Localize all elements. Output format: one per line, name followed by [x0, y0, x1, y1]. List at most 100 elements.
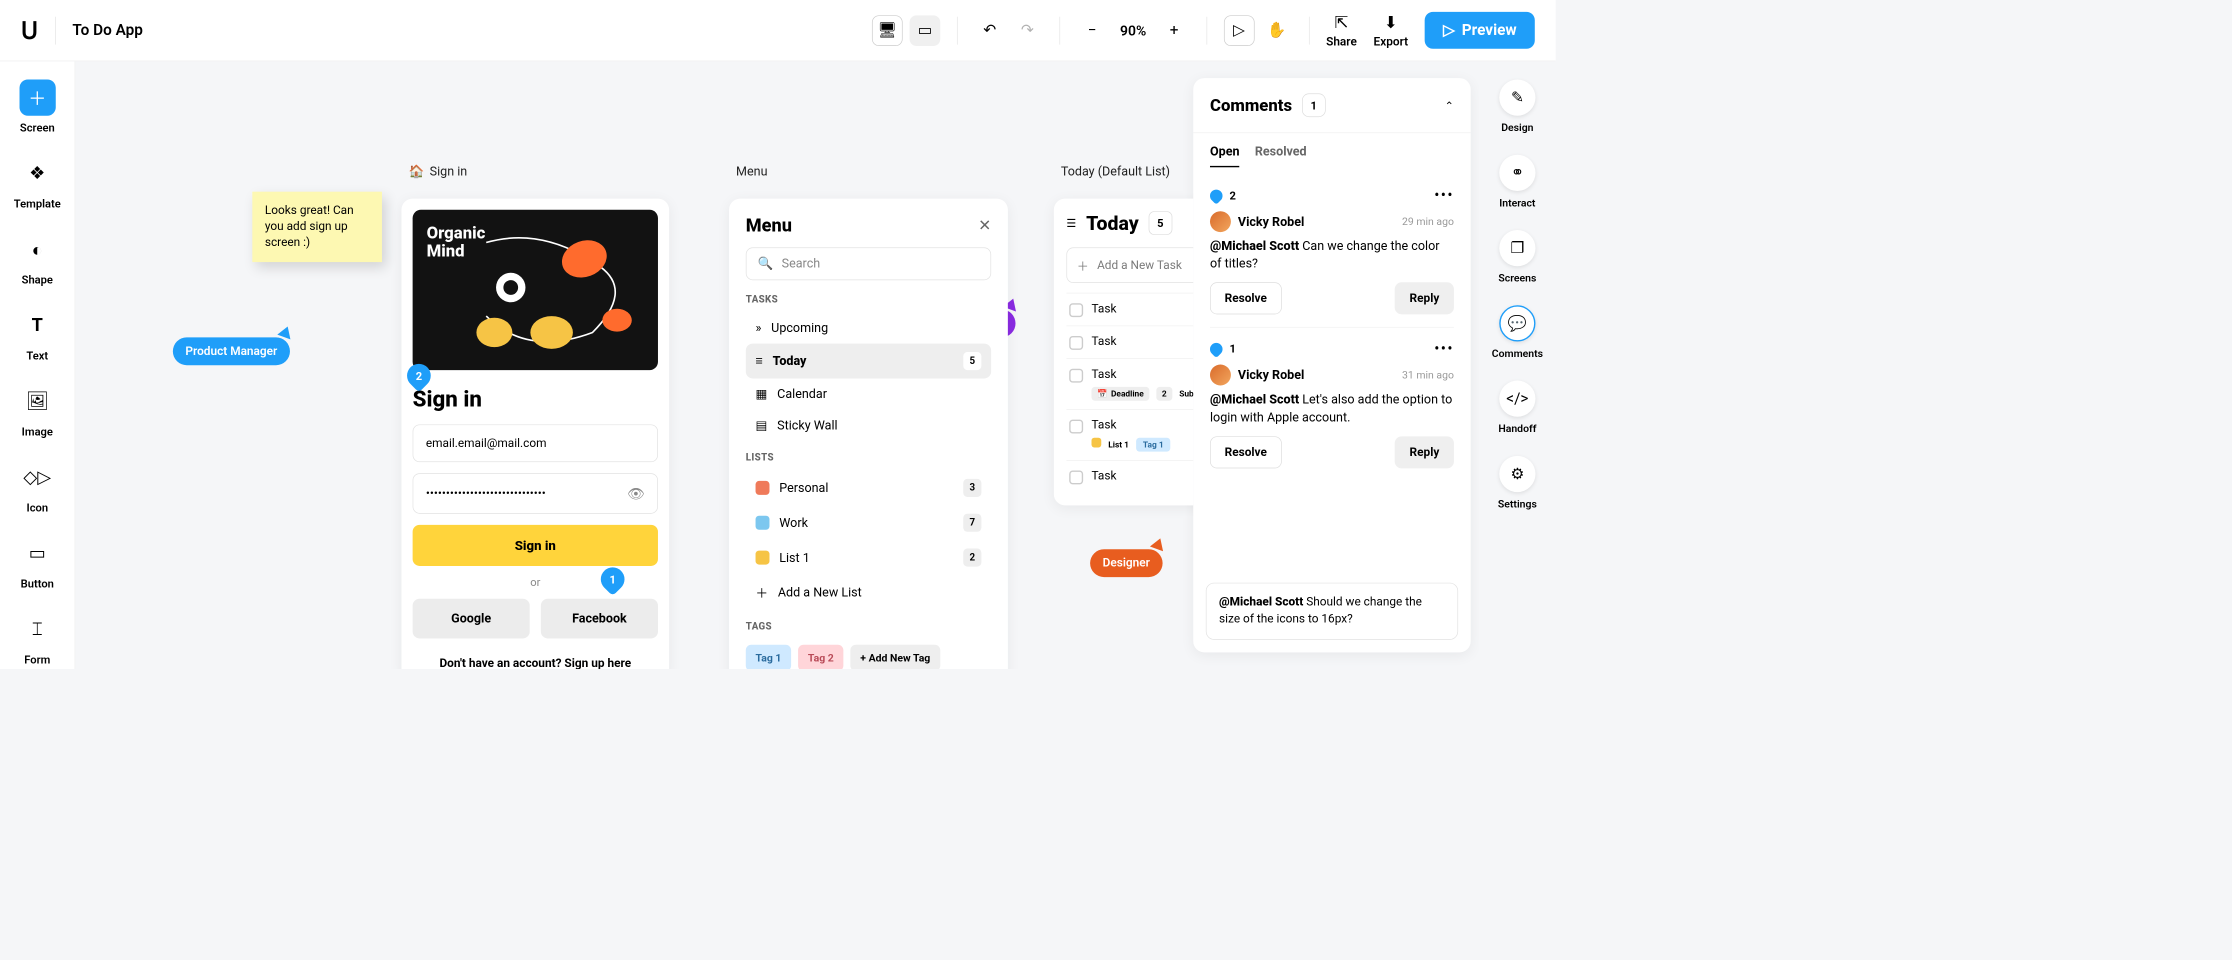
canvas[interactable]: Looks great! Can you add sign up screen … [75, 61, 1193, 669]
lists-section-label: LISTS [746, 452, 991, 463]
tool-image[interactable]: 🖼Image [19, 383, 55, 438]
signin-button[interactable]: Sign in [413, 525, 658, 566]
list-color-dot [1092, 438, 1102, 448]
device-tablet-icon[interactable]: ▭ [910, 15, 941, 46]
cursor-product-manager: Product Manager [173, 337, 290, 365]
checkbox[interactable] [1069, 303, 1083, 317]
menu-item-today[interactable]: ≡Today5 [746, 344, 991, 379]
task-row[interactable]: Task [1066, 460, 1193, 493]
menu-item-upcoming[interactable]: »Upcoming [746, 312, 991, 343]
right-tool-settings[interactable]: ⚙Settings [1498, 456, 1537, 510]
right-tool-design[interactable]: ✎Design [1499, 79, 1535, 133]
comment-compose[interactable]: @Michael Scott Should we change the size… [1206, 583, 1458, 640]
tool-shape[interactable]: ◐Shape [19, 231, 55, 286]
fastforward-icon: » [756, 321, 762, 336]
redo-button[interactable]: ↷ [1012, 15, 1043, 46]
comments-title: Comments [1210, 95, 1292, 115]
code-icon: </> [1499, 381, 1535, 417]
artboard-signin[interactable]: Organic Mind Sign in 👁 Sign in or [401, 199, 669, 669]
tab-resolved[interactable]: Resolved [1255, 144, 1307, 167]
checkbox[interactable] [1069, 470, 1083, 484]
google-button[interactable]: Google [413, 599, 530, 639]
reply-button[interactable]: Reply [1395, 436, 1454, 468]
add-tag-button[interactable]: + Add New Tag [851, 645, 941, 669]
screens-icon: ❐ [1499, 230, 1535, 266]
right-tool-screens[interactable]: ❐Screens [1498, 230, 1536, 284]
tool-text[interactable]: TText [19, 307, 55, 362]
artboard-label-menu: Menu [736, 164, 767, 179]
chat-icon: 💬 [1499, 305, 1535, 341]
email-field[interactable] [413, 424, 658, 462]
device-desktop-icon[interactable]: 🖥 [872, 15, 903, 46]
tab-open[interactable]: Open [1210, 144, 1240, 167]
password-field[interactable]: 👁 [413, 473, 658, 513]
undo-button[interactable]: ↶ [974, 15, 1005, 46]
share-button[interactable]: ⇱Share [1326, 12, 1357, 48]
tag-chip-1[interactable]: Tag 1 [746, 645, 791, 669]
play-button[interactable]: ▷ [1224, 15, 1255, 46]
checkbox[interactable] [1069, 420, 1083, 434]
tool-screen[interactable]: ＋Screen [19, 79, 55, 134]
comment-thread: 2••• Vicky Robel29 min ago @Michael Scot… [1210, 174, 1454, 327]
right-tool-interact[interactable]: ⚭Interact [1499, 155, 1535, 209]
task-row[interactable]: Task [1066, 293, 1193, 326]
divider [1206, 16, 1207, 44]
resolve-button[interactable]: Resolve [1210, 283, 1282, 315]
menu-title: Menu [746, 215, 792, 236]
signup-link[interactable]: Don't have an account? Sign up here [413, 657, 658, 670]
checkbox[interactable] [1069, 369, 1083, 383]
add-list-button[interactable]: ＋Add a New List [746, 575, 991, 610]
left-toolbar: ＋Screen ❖Template ◐Shape TText 🖼Image ◇▷… [0, 61, 75, 669]
menu-icon[interactable]: ☰ [1066, 216, 1076, 229]
list-list1[interactable]: List 12 [746, 540, 991, 575]
topbar: ᑌ To Do App 🖥 ▭ ↶ ↷ − 90% + ▷ ✋ ⇱Share ⬇… [0, 0, 1556, 61]
facebook-button[interactable]: Facebook [541, 599, 658, 639]
artboard-menu[interactable]: Menu ✕ 🔍 Search TASKS »Upcoming ≡Today5 … [729, 199, 1008, 669]
chevron-up-icon[interactable]: ⌃ [1445, 99, 1454, 112]
tool-icon[interactable]: ◇▷Icon [19, 459, 55, 514]
more-icon[interactable]: ••• [1434, 340, 1454, 357]
list-icon: ≡ [756, 354, 763, 369]
close-icon[interactable]: ✕ [978, 217, 991, 234]
task-row[interactable]: Task List 1 Tag 1 [1066, 409, 1193, 460]
tool-form[interactable]: ⌶Form [19, 611, 55, 666]
play-icon: ▷ [1443, 22, 1455, 39]
tool-template[interactable]: ❖Template [14, 155, 61, 210]
more-icon[interactable]: ••• [1434, 187, 1454, 204]
list-work[interactable]: Work7 [746, 505, 991, 540]
artboard-today[interactable]: ☰ Today 5 ＋Add a New Task Task Task Task… [1054, 199, 1193, 506]
artboard-label-today: Today (Default List) [1061, 164, 1170, 179]
zoom-out-button[interactable]: − [1077, 15, 1108, 46]
hero-image: Organic Mind [413, 210, 658, 370]
reply-button[interactable]: Reply [1395, 283, 1454, 315]
task-row[interactable]: Task 📅Deadline 2 Subtasks [1066, 358, 1193, 409]
checkbox[interactable] [1069, 336, 1083, 350]
tool-button[interactable]: ▭Button [19, 535, 55, 590]
hand-tool-button[interactable]: ✋ [1261, 15, 1292, 46]
add-task-button[interactable]: ＋Add a New Task [1066, 247, 1193, 283]
deadline-chip: 📅Deadline [1092, 387, 1150, 401]
tag-chip-2[interactable]: Tag 2 [798, 645, 843, 669]
color-swatch [756, 481, 770, 495]
divider [1309, 16, 1310, 44]
tag-mini: Tag 1 [1136, 438, 1171, 452]
eye-icon[interactable]: 👁 [627, 485, 645, 502]
zoom-in-button[interactable]: + [1159, 15, 1190, 46]
comments-panel: Comments 1 ⌃ Open Resolved 2••• Vicky Ro… [1193, 78, 1470, 652]
preview-button[interactable]: ▷Preview [1425, 12, 1535, 49]
shapes-icon: ◐ [19, 231, 55, 267]
resolve-button[interactable]: Resolve [1210, 436, 1282, 468]
menu-item-sticky-wall[interactable]: ▤Sticky Wall [746, 410, 991, 441]
menu-item-calendar[interactable]: ▦Calendar [746, 378, 991, 409]
calendar-icon: ▦ [756, 387, 768, 402]
right-tool-comments[interactable]: 💬Comments [1492, 305, 1543, 359]
search-input[interactable]: 🔍 Search [746, 247, 991, 280]
task-row[interactable]: Task [1066, 325, 1193, 358]
today-title: Today [1086, 212, 1139, 235]
document-title: To Do App [72, 22, 143, 39]
right-tool-handoff[interactable]: </>Handoff [1498, 381, 1536, 435]
comment-text: @Michael Scott Can we change the color o… [1210, 238, 1454, 273]
list-personal[interactable]: Personal3 [746, 470, 991, 505]
sticky-note[interactable]: Looks great! Can you add sign up screen … [252, 192, 382, 262]
export-button[interactable]: ⬇Export [1374, 12, 1409, 48]
